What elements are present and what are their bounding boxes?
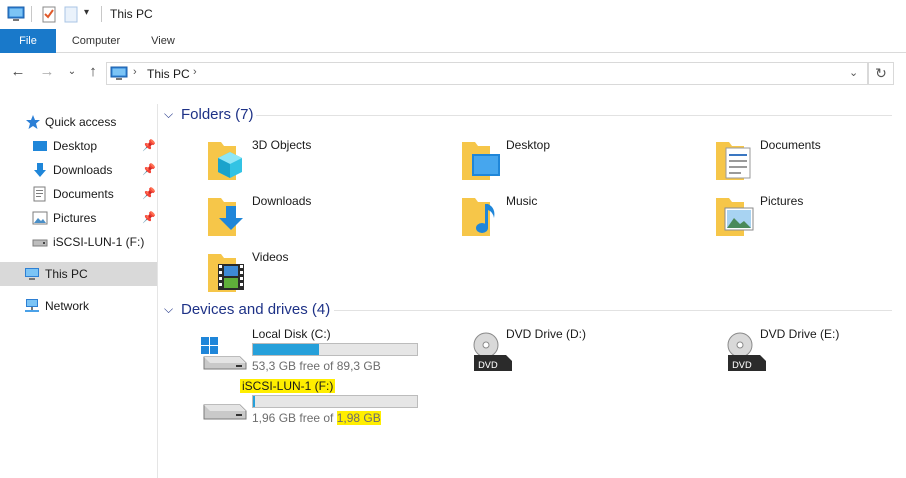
forward-arrow-icon[interactable]: →: [37, 62, 57, 82]
computer-icon: [25, 268, 39, 280]
folder-item[interactable]: Pictures: [714, 194, 906, 244]
documents-folder-icon: [716, 142, 751, 180]
sidebar-item-quick-access[interactable]: Quick access: [0, 110, 157, 134]
folder-item[interactable]: Documents: [714, 138, 906, 188]
folders-group-header[interactable]: ⌵ Folders (7): [164, 106, 894, 124]
pin-icon[interactable]: 📌: [142, 211, 156, 224]
star-icon: [26, 115, 40, 129]
navigation-pane: Quick access Desktop 📌 Downloads 📌 Docum…: [0, 104, 158, 478]
folder-label: 3D Objects: [252, 138, 312, 152]
up-arrow-icon[interactable]: ↑: [83, 62, 103, 82]
tab-view[interactable]: View: [140, 29, 186, 53]
computer-icon[interactable]: [7, 5, 25, 23]
drive-usage-bar: [252, 343, 418, 356]
pictures-folder-icon: [716, 198, 754, 236]
pin-icon[interactable]: 📌: [142, 139, 156, 152]
collapse-chevron-icon[interactable]: ⌵: [164, 302, 173, 317]
sidebar-item-desktop[interactable]: Desktop 📌: [0, 134, 157, 158]
sidebar-item-label: Desktop: [53, 139, 98, 153]
network-icon: [25, 299, 39, 312]
drive-icon: [32, 239, 48, 247]
tab-computer[interactable]: Computer: [60, 29, 132, 53]
drive-name: Local Disk (C:): [252, 327, 331, 341]
collapse-chevron-icon[interactable]: ⌵: [164, 107, 173, 122]
pin-icon[interactable]: 📌: [142, 163, 156, 176]
sidebar-item-label: Network: [45, 299, 90, 313]
tab-file[interactable]: File: [0, 29, 56, 53]
breadcrumb-chevron-icon[interactable]: ›: [133, 66, 137, 78]
svg-text:DVD: DVD: [732, 361, 752, 371]
folder-label: Pictures: [760, 194, 804, 208]
drive-iscsi-lun-1-f[interactable]: iSCSI-LUN-1 (F:) 1,96 GB free of 1,98 GB: [200, 379, 430, 429]
title-bar: ▾ This PC: [0, 0, 906, 29]
breadcrumb[interactable]: This PC: [147, 67, 190, 81]
picture-icon: [32, 211, 48, 225]
customize-quick-access-icon[interactable]: ▾: [84, 7, 89, 18]
drive-usage-bar: [252, 395, 418, 408]
drive-local-disk-c[interactable]: Local Disk (C:) 53,3 GB free of 89,3 GB: [200, 327, 430, 377]
sidebar-item-network[interactable]: Network: [0, 294, 157, 318]
folder-item[interactable]: Desktop: [460, 138, 700, 188]
sidebar-item-label: Downloads: [53, 163, 113, 177]
sidebar-item-this-pc[interactable]: This PC: [0, 262, 157, 286]
properties-icon[interactable]: [40, 5, 58, 23]
drive-name: DVD Drive (E:): [760, 327, 840, 341]
back-arrow-icon[interactable]: ←: [8, 62, 28, 82]
sidebar-item-label: This PC: [45, 267, 88, 281]
devices-group-header[interactable]: ⌵ Devices and drives (4): [164, 301, 894, 319]
address-bar[interactable]: › This PC › ⌄: [106, 62, 868, 85]
download-arrow-icon: [34, 163, 46, 177]
folder-item[interactable]: Downloads: [206, 194, 446, 244]
group-title: Folders (7): [181, 106, 254, 123]
window-title: This PC: [110, 7, 153, 21]
breadcrumb-chevron-icon[interactable]: ›: [193, 66, 197, 78]
drive-dvd-d[interactable]: DVD DVD Drive (D:): [470, 327, 670, 377]
computer-icon: [110, 66, 128, 80]
drive-usage-fill: [253, 344, 320, 355]
folder-label: Downloads: [252, 194, 312, 208]
windows-drive-icon: [201, 337, 247, 370]
document-icon: [33, 186, 46, 202]
group-title: Devices and drives (4): [181, 301, 331, 318]
folder-label: Videos: [252, 250, 289, 264]
pin-icon[interactable]: 📌: [142, 187, 156, 200]
refresh-icon: ↻: [875, 65, 887, 81]
3d-objects-folder-icon: [208, 142, 242, 180]
sidebar-item-pictures[interactable]: Pictures 📌: [0, 206, 157, 230]
svg-text:DVD: DVD: [478, 361, 498, 371]
downloads-folder-icon: [208, 198, 243, 236]
drive-name: DVD Drive (D:): [506, 327, 586, 341]
music-folder-icon: [462, 198, 495, 236]
ribbon-tabs: File Computer View: [0, 29, 906, 53]
folder-label: Desktop: [506, 138, 551, 152]
drive-free-space: 53,3 GB free of 89,3 GB: [252, 359, 381, 373]
sidebar-item-downloads[interactable]: Downloads 📌: [0, 158, 157, 182]
sidebar-item-label: Documents: [53, 187, 114, 201]
sidebar-item-label: Quick access: [45, 115, 117, 129]
drive-dvd-e[interactable]: DVD DVD Drive (E:): [724, 327, 904, 377]
desktop-folder-icon: [33, 141, 47, 151]
folder-item[interactable]: Videos: [206, 250, 446, 300]
sidebar-item-iscsi-lun-1[interactable]: iSCSI-LUN-1 (F:): [0, 230, 157, 254]
folder-label: Documents: [760, 138, 821, 152]
new-folder-icon[interactable]: [62, 5, 80, 23]
desktop-folder-icon: [462, 142, 500, 180]
refresh-button[interactable]: ↻: [868, 62, 894, 85]
folder-item[interactable]: Music: [460, 194, 700, 244]
folder-item[interactable]: 3D Objects: [206, 138, 446, 188]
sidebar-item-documents[interactable]: Documents 📌: [0, 182, 157, 206]
sidebar-item-label: Pictures: [53, 211, 97, 225]
drive-free-space: 1,96 GB free of 1,98 GB: [252, 411, 381, 425]
recent-locations-chevron-icon[interactable]: ⌄: [62, 62, 82, 82]
drive-usage-fill: [253, 396, 255, 407]
drive-name: iSCSI-LUN-1 (F:): [240, 379, 336, 393]
videos-folder-icon: [208, 254, 244, 292]
address-dropdown-icon[interactable]: ⌄: [849, 66, 858, 79]
sidebar-item-label: iSCSI-LUN-1 (F:): [53, 235, 145, 249]
folder-label: Music: [506, 194, 538, 208]
